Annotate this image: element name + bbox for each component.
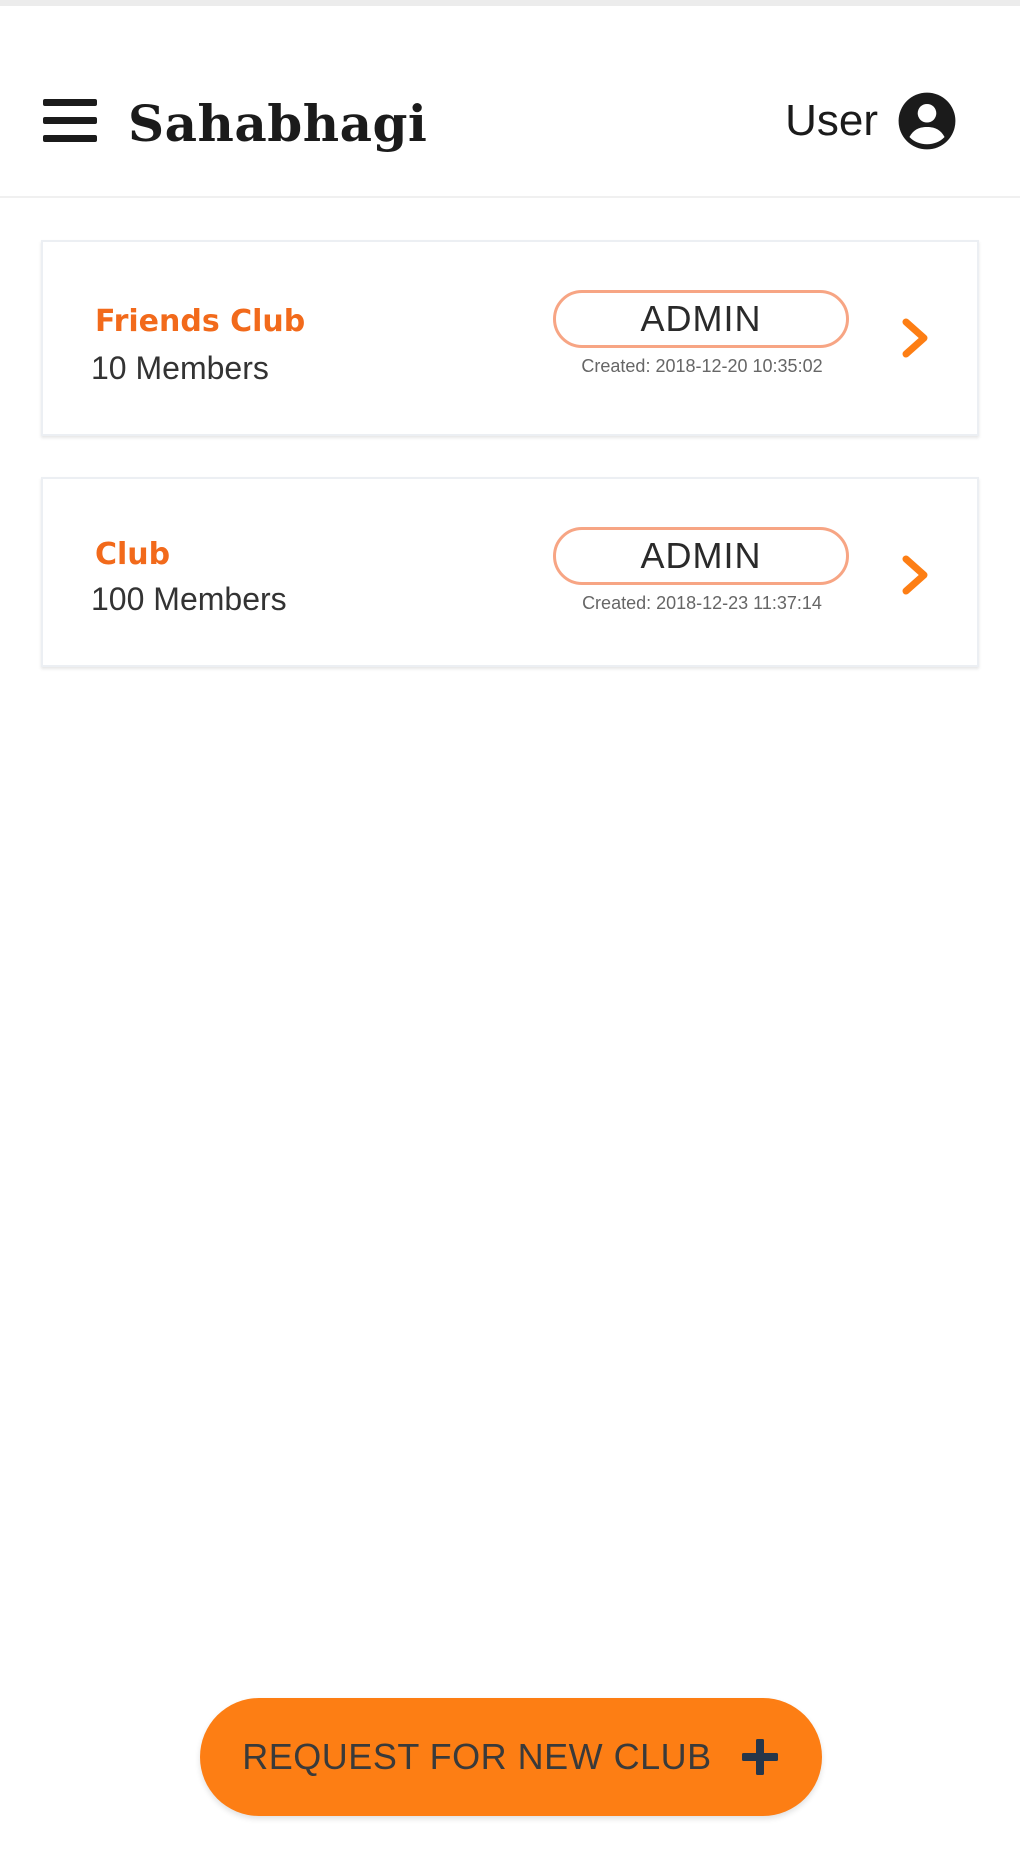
club-list-screen: Sahabhagi User Friends Club 10 Members A… (0, 0, 1020, 1852)
club-name: Club (95, 537, 171, 572)
club-name: Friends Club (95, 304, 306, 339)
request-new-club-button[interactable]: REQUEST FOR NEW CLUB (200, 1698, 822, 1816)
plus-icon (741, 1739, 778, 1775)
account-circle-icon (898, 92, 956, 150)
club-card[interactable]: Club 100 Members ADMIN Created: 2018-12-… (41, 477, 979, 667)
chevron-right-icon[interactable] (895, 312, 935, 364)
club-member-count: 10 Members (91, 350, 269, 386)
club-card[interactable]: Friends Club 10 Members ADMIN Created: 2… (41, 240, 979, 436)
app-title: Sahabhagi (128, 94, 428, 153)
user-profile-button[interactable]: User (785, 90, 958, 152)
club-member-count: 100 Members (91, 581, 287, 617)
created-timestamp: Created: 2018-12-23 11:37:14 (582, 593, 822, 613)
role-badge: ADMIN (553, 290, 849, 348)
created-timestamp: Created: 2018-12-20 10:35:02 (581, 356, 823, 376)
menu-button[interactable] (38, 92, 102, 150)
user-label: User (785, 96, 878, 145)
chevron-right-icon[interactable] (895, 549, 935, 601)
app-bar: Sahabhagi User (0, 6, 1020, 198)
role-badge: ADMIN (553, 527, 849, 585)
hamburger-menu-icon (43, 99, 97, 142)
request-new-club-label: REQUEST FOR NEW CLUB (242, 1736, 712, 1777)
